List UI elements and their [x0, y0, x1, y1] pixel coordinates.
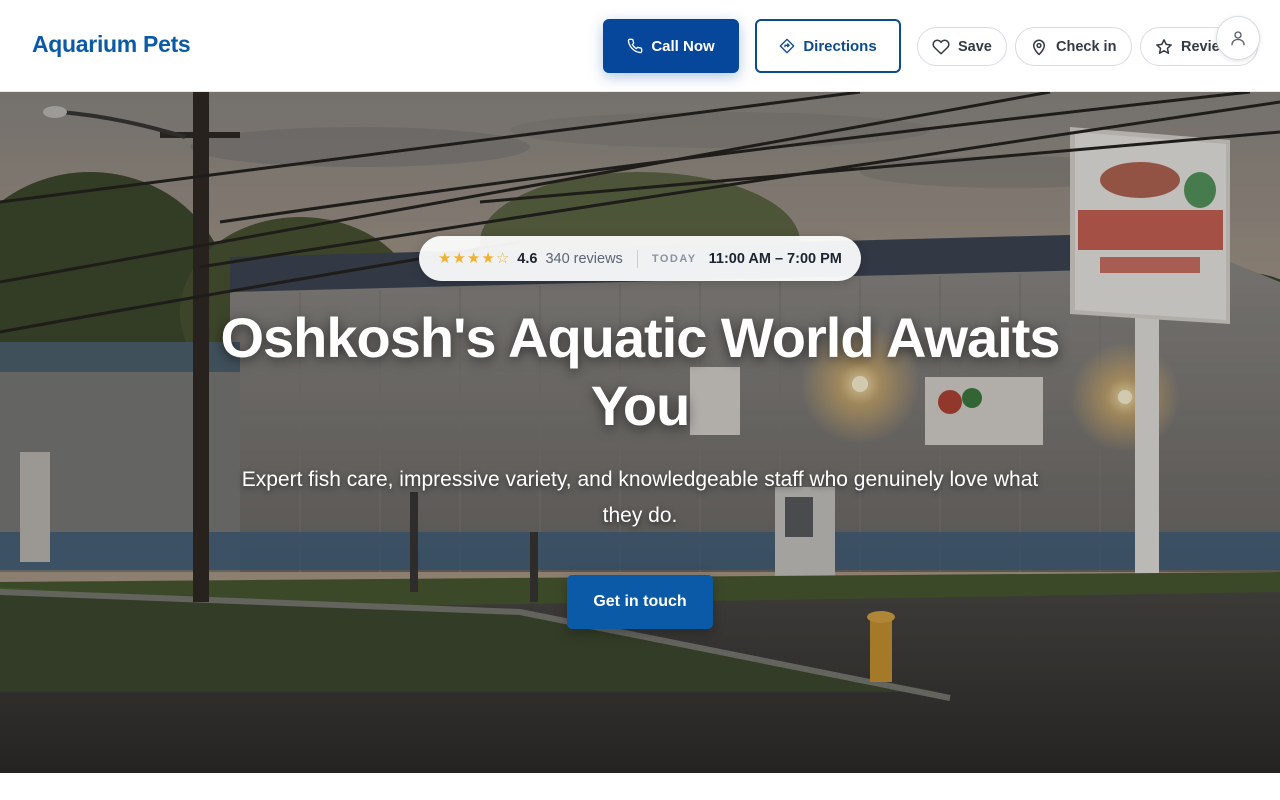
today-label: TODAY: [651, 252, 697, 265]
call-now-label: Call Now: [651, 37, 715, 55]
opening-hours: 11:00 AM – 7:00 PM: [708, 250, 842, 267]
get-in-touch-button[interactable]: Get in touch: [567, 575, 713, 629]
heart-icon: [932, 38, 950, 54]
account-button[interactable]: [1216, 16, 1260, 60]
check-in-label: Check in: [1056, 38, 1117, 55]
save-label: Save: [958, 38, 992, 55]
directions-label: Directions: [803, 37, 877, 55]
star-icon: [1156, 38, 1172, 54]
call-now-button[interactable]: Call Now: [603, 19, 739, 73]
star-icon: ★: [438, 250, 452, 267]
half-star-icon: ☆: [495, 250, 510, 267]
brand-logo[interactable]: Aquarium Pets: [32, 31, 191, 58]
review-count-link[interactable]: 340 reviews: [545, 251, 622, 267]
map-pin-icon: [1033, 39, 1045, 55]
rating-hours-pill: ★ ★ ★ ★ ☆ 4.6 340 reviews TODAY 11:00 AM…: [419, 236, 861, 281]
user-icon: [1231, 31, 1245, 46]
rating-value: 4.6: [517, 250, 538, 267]
star-icon: ★: [452, 250, 466, 267]
directions-icon: [779, 38, 795, 54]
star-icon: ★: [481, 250, 495, 267]
check-in-button[interactable]: Check in: [1015, 27, 1132, 66]
site-header: Aquarium Pets Call Now Directions Save C…: [0, 0, 1280, 92]
hero-subheadline: Expert fish care, impressive variety, an…: [241, 468, 1039, 527]
save-button[interactable]: Save: [917, 27, 1007, 66]
rating-stars: ★ ★ ★ ★ ☆: [438, 251, 509, 266]
hero-section: ★ ★ ★ ★ ☆ 4.6 340 reviews TODAY 11:00 AM…: [0, 92, 1280, 773]
phone-icon: [628, 38, 643, 54]
star-icon: ★: [466, 250, 481, 267]
divider: [636, 249, 638, 268]
directions-button[interactable]: Directions: [755, 19, 901, 73]
hero-headline: Oshkosh's Aquatic World Awaits You: [220, 306, 1060, 437]
